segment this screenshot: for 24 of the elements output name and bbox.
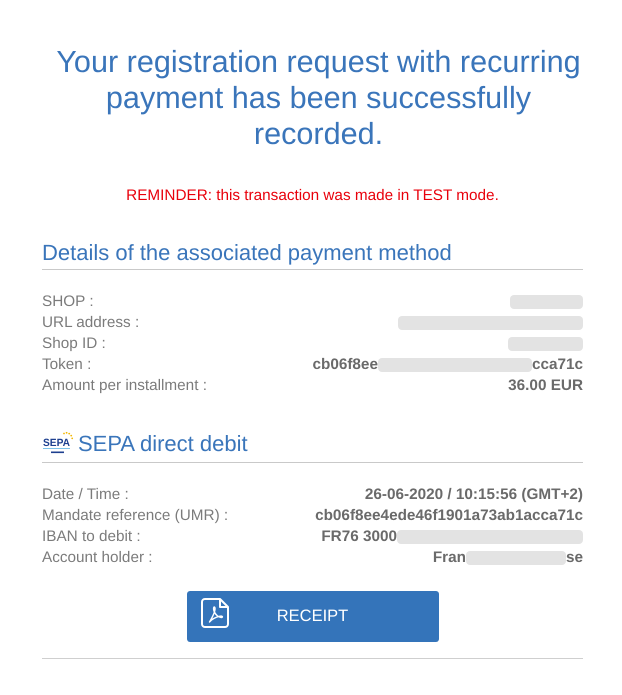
field-value: 26-06-2020 / 10:15:56 (GMT+2) [364,485,583,505]
field-label: Account holder : [42,548,153,568]
field-label: IBAN to debit : [42,527,141,547]
field-label: Date / Time : [42,485,129,505]
field-value: 36.00 EUR [508,376,583,396]
field-value: FR76 3000 [321,527,397,547]
field-label: Mandate reference (UMR) : [42,506,228,526]
field-label: Amount per installment : [42,376,207,396]
field-value: cb06f8ee4ede46f1901a73ab1acca71c [315,506,583,526]
field-value: Fran [432,548,466,568]
section-heading: Details of the associated payment method [42,241,452,265]
field-value: se [566,548,583,568]
field-label: Shop ID : [42,334,106,354]
field-label: Token : [42,355,92,375]
receipt-button[interactable]: RECEIPT [186,591,438,642]
pdf-file-icon [200,598,230,628]
section-heading: SEPA direct debit [78,432,248,456]
field-value: cca71c [532,355,583,375]
field-label: SHOP : [42,292,94,312]
field-label: URL address : [42,313,140,333]
page-title: Your registration request with recurring payment has been successfully recorded. [55,44,582,152]
sepa-logo: SEPA [42,430,74,458]
field-value: cb06f8ee [312,355,378,375]
test-mode-notice: REMINDER: this transaction was made in TEST mode. [125,187,500,204]
